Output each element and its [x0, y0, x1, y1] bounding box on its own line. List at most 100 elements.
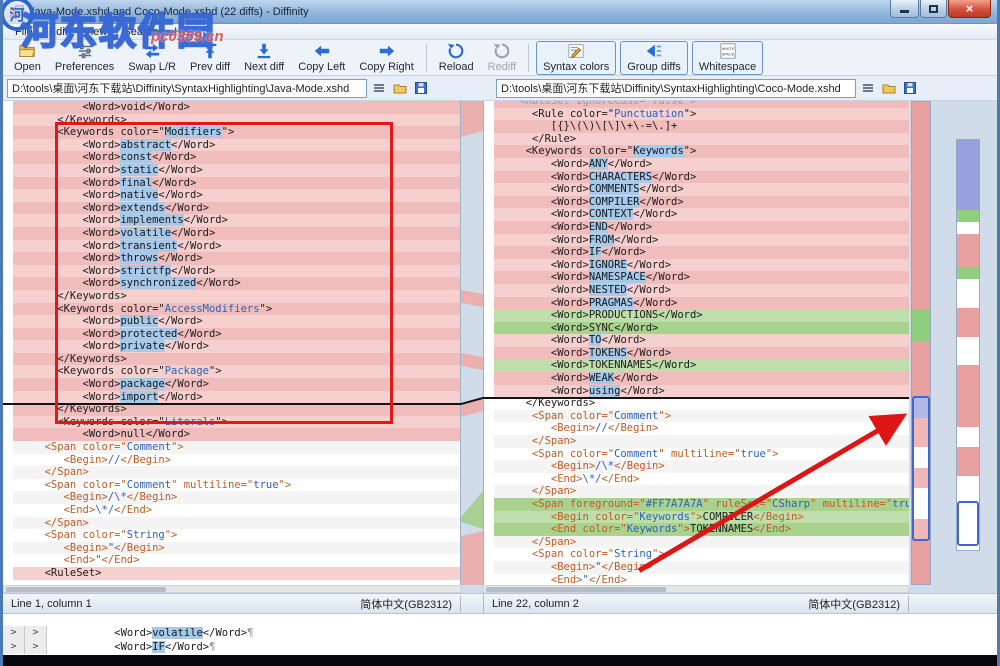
left-encoding: 简体中文(GB2312) [303, 596, 461, 612]
code-line: <Span color="String"> [494, 548, 909, 561]
code-segment: <End> [494, 574, 583, 585]
code-segment: </Span> [494, 536, 576, 548]
right-horizontal-scrollbar[interactable] [483, 585, 909, 593]
overview-viewport[interactable] [957, 501, 979, 546]
code-segment: <Span color=" [494, 448, 614, 460]
code-line: [{}\(\)\[\]\+\-=\.]+ [494, 120, 909, 133]
overview-segment-green [957, 267, 979, 279]
scrollbar-thumb[interactable] [6, 587, 166, 592]
detail-spacer [47, 640, 89, 654]
folder-icon [882, 81, 896, 95]
code-segment: " multiline=" [658, 448, 740, 460]
right-save-button[interactable] [901, 79, 919, 97]
toolbar-button-reload[interactable]: Reload [432, 41, 481, 75]
toolbar-button-whitespace[interactable]: WHITESPACEWhitespace [692, 41, 763, 75]
code-segment: <Word> [494, 259, 589, 271]
toolbar-button-group-diffs[interactable]: Group diffs [620, 41, 688, 75]
menu-help[interactable]: Help [166, 26, 205, 38]
diff-word-highlight: IF [152, 641, 165, 653]
right-history-button[interactable] [859, 79, 877, 97]
left-save-button[interactable] [412, 79, 430, 97]
title-bar[interactable]: Java-Mode.xshd and Coco-Mode.xshd (22 di… [3, 0, 997, 24]
left-horizontal-scrollbar[interactable] [3, 585, 461, 593]
toolbar-button-prev-diff[interactable]: Prev diff [183, 41, 237, 75]
overview-viewport[interactable] [912, 396, 930, 541]
code-segment: </Begin> [753, 511, 804, 523]
code-segment: </Span> [13, 517, 89, 529]
code-line: <Word>ANY</Word> [494, 158, 909, 171]
code-segment: Package [165, 365, 209, 377]
code-line: <Keywords color="AccessModifiers"> [13, 303, 460, 316]
right-code-pane[interactable]: <RuleSet ignoreCase="false"> <Rule color… [483, 101, 909, 585]
diff-word-highlight: abstract [120, 139, 171, 151]
code-segment: Punctuation [614, 108, 684, 120]
left-browse-button[interactable] [391, 79, 409, 97]
toolbar-button-copy-right[interactable]: Copy Right [352, 41, 420, 75]
left-history-button[interactable] [370, 79, 388, 97]
code-segment: "> [690, 511, 703, 523]
menu-search[interactable]: Search [115, 26, 166, 38]
code-segment: <Word> [89, 627, 152, 639]
code-line: <Word>TOKENNAMES</Word> [494, 359, 909, 372]
toolbar-button-syntax-colors[interactable]: Syntax colors [536, 41, 616, 75]
code-segment: </Word> [152, 177, 196, 189]
code-line: <RuleSet ignoreCase="false"> [494, 101, 909, 108]
code-segment: <End> [13, 504, 95, 516]
code-segment: <Span color=" [494, 410, 614, 422]
code-line: <Word>const</Word> [13, 151, 460, 164]
code-line: </Keywords> [13, 403, 460, 416]
code-segment: </Keywords> [13, 403, 127, 415]
code-line: <Word>implements</Word> [13, 214, 460, 227]
overview-segment-white [957, 279, 979, 308]
syntax-colors-icon [567, 42, 585, 60]
close-button[interactable]: × [948, 0, 991, 18]
right-code: <RuleSet ignoreCase="false"> <Rule color… [484, 101, 909, 585]
code-segment: </Word> [158, 164, 202, 176]
code-segment: </End> [753, 523, 791, 535]
code-segment: " multiline=" [810, 498, 892, 510]
minimize-button[interactable] [890, 0, 919, 18]
code-line: <Word>using</Word> [494, 385, 909, 398]
toolbar-button-copy-left[interactable]: Copy Left [291, 41, 352, 75]
toolbar-button-preferences[interactable]: Preferences [48, 41, 121, 75]
code-line: <Word>null</Word> [13, 428, 460, 441]
diff-word-highlight: volatile [120, 227, 171, 239]
code-segment: COMPILER [703, 511, 754, 523]
maximize-button[interactable] [920, 0, 947, 18]
diff-overview-bar-right[interactable] [956, 139, 980, 551]
code-segment: "> [215, 416, 228, 428]
overview-segment-salmon [957, 447, 979, 476]
code-segment: </Word> [152, 151, 196, 163]
scrollbar-thumb[interactable] [486, 587, 666, 592]
code-segment: </End> [102, 554, 140, 566]
menu-edit[interactable]: Edit [41, 26, 76, 38]
code-line: <Rule color="Punctuation"> [494, 108, 909, 121]
menu-view[interactable]: View [76, 26, 116, 38]
toolbar-button-open[interactable]: Open [7, 41, 48, 75]
diff-overview-bar-left[interactable] [911, 101, 931, 585]
code-segment: #FF7A7A7A [646, 498, 703, 510]
detail-marker: > [25, 640, 47, 654]
copy-right-icon [378, 42, 396, 60]
diff-word-highlight: TOKENS [589, 347, 627, 359]
code-segment: </Word> [158, 391, 202, 403]
code-segment: <Word> [13, 151, 120, 163]
right-file-path-input[interactable] [496, 79, 856, 98]
window-title: Java-Mode.xshd and Coco-Mode.xshd (22 di… [29, 6, 309, 18]
toolbar-button-next-diff[interactable]: Next diff [237, 41, 291, 75]
left-code-pane[interactable]: <Word>void</Word> </Keywords> <Keywords … [3, 101, 461, 585]
code-line: <Word>import</Word> [13, 391, 460, 404]
code-line: <Word>SYNC</Word> [494, 322, 909, 335]
code-segment: <Word> [494, 234, 589, 246]
code-segment: Keywords [639, 511, 690, 523]
left-file-path-input[interactable] [7, 79, 367, 98]
overview-segment-white [957, 337, 979, 366]
toolbar-button-swap-l-r[interactable]: Swap L/R [121, 41, 183, 75]
code-line: <Keywords color="Literals"> [13, 416, 460, 429]
code-segment: CSharp [772, 498, 810, 510]
code-segment: <Keywords color=" [494, 145, 633, 157]
prev-diff-icon [201, 42, 219, 60]
right-browse-button[interactable] [880, 79, 898, 97]
menu-file[interactable]: File [7, 26, 41, 38]
toolbar-button-rediff[interactable]: Rediff [481, 41, 524, 75]
